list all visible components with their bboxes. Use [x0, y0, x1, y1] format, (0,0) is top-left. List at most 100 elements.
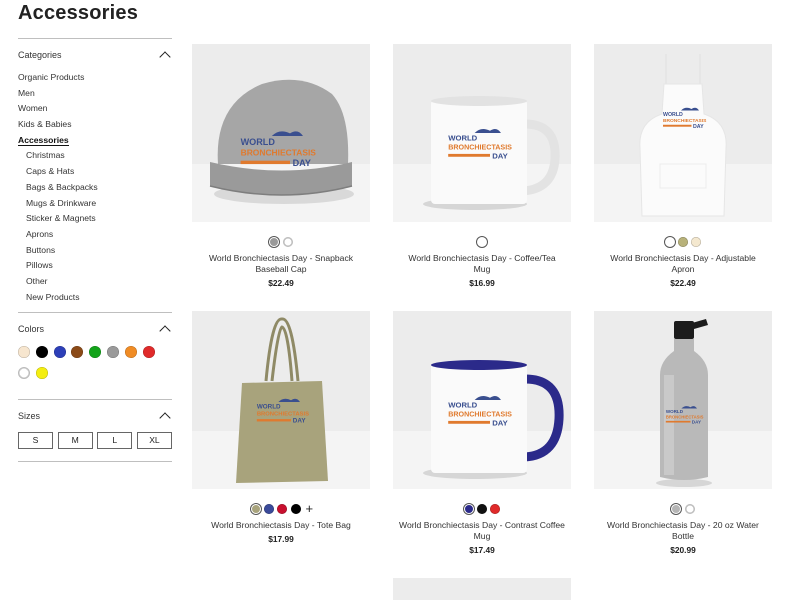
color-swatch[interactable]: [18, 346, 30, 359]
svg-text:WORLD: WORLD: [257, 403, 281, 410]
size-button[interactable]: XL: [136, 432, 172, 450]
category-item[interactable]: Christmas: [18, 148, 172, 164]
product-name[interactable]: World Bronchiectasis Day - Contrast Coff…: [393, 520, 571, 542]
color-swatch[interactable]: [53, 346, 66, 359]
category-item[interactable]: Organic Products: [18, 70, 172, 86]
size-button[interactable]: S: [18, 432, 53, 450]
chevron-up-icon[interactable]: [159, 51, 171, 63]
product-price: $20.99: [670, 545, 696, 555]
product-color-swatch[interactable]: [269, 236, 280, 247]
svg-text:DAY: DAY: [293, 418, 307, 425]
apron-product-image[interactable]: WORLD BRONCHIECTASIS DAY: [594, 44, 772, 222]
category-label: Sticker & Magnets: [26, 213, 96, 224]
svg-text:WORLD: WORLD: [663, 112, 683, 118]
product-color-swatches: [393, 503, 571, 514]
chevron-up-icon[interactable]: [159, 412, 171, 424]
filter-sidebar: Categories Organic Products Men Women Kids …: [18, 38, 172, 463]
color-swatch[interactable]: [18, 367, 30, 380]
svg-text:DAY: DAY: [492, 418, 508, 427]
category-item[interactable]: New Products: [18, 290, 172, 306]
product-name[interactable]: World Bronchiectasis Day - Snapback Base…: [192, 253, 370, 275]
category-item[interactable]: Bags & Backpacks: [18, 180, 172, 196]
product-card[interactable]: WORLD BRONCHIECTASIS DAY World Bronchiec…: [192, 44, 370, 288]
color-swatch[interactable]: [35, 367, 48, 380]
size-button[interactable]: M: [57, 432, 93, 450]
colors-header[interactable]: Colors: [18, 312, 172, 344]
product-name[interactable]: World Bronchiectasis Day - 20 oz Water B…: [594, 520, 772, 542]
color-filter-swatches: [18, 344, 172, 399]
bottle-product-image[interactable]: WORLD BRONCHIECTASIS DAY: [594, 311, 772, 489]
product-image[interactable]: [393, 578, 571, 600]
product-color-swatch[interactable]: [691, 236, 702, 247]
tote-product-image[interactable]: WORLD BRONCHIECTASIS DAY: [192, 311, 370, 489]
color-swatch[interactable]: [106, 346, 119, 359]
category-label: Accessories: [18, 134, 69, 146]
sizes-header[interactable]: Sizes: [18, 399, 172, 431]
svg-text:WORLD: WORLD: [241, 137, 276, 147]
more-colors-icon[interactable]: +: [305, 502, 313, 515]
chevron-up-icon[interactable]: [159, 325, 171, 337]
product-color-swatches: [393, 236, 571, 247]
product-card[interactable]: [393, 578, 571, 600]
product-color-swatch[interactable]: [250, 503, 261, 514]
product-card[interactable]: WORLD BRONCHIECTASIS DAY World Bronchiec…: [393, 44, 571, 288]
categories-header[interactable]: Categories: [18, 38, 172, 70]
category-item[interactable]: Caps & Hats: [18, 164, 172, 180]
category-label: Pillows: [26, 260, 53, 271]
cap-product-image[interactable]: WORLD BRONCHIECTASIS DAY: [192, 44, 370, 222]
color-swatch[interactable]: [71, 346, 84, 359]
product-color-swatch[interactable]: [277, 503, 288, 514]
product-color-swatch[interactable]: [477, 503, 487, 514]
product-color-swatch[interactable]: [490, 503, 501, 514]
category-item[interactable]: Aprons: [18, 227, 172, 243]
categories-label: Categories: [18, 49, 62, 60]
svg-text:WORLD: WORLD: [448, 134, 477, 143]
product-name[interactable]: World Bronchiectasis Day - Tote Bag: [192, 520, 370, 531]
product-color-swatch[interactable]: [264, 503, 275, 514]
svg-text:WORLD: WORLD: [448, 401, 477, 410]
svg-text:BRONCHIECTASIS: BRONCHIECTASIS: [666, 414, 704, 419]
svg-text:DAY: DAY: [492, 151, 508, 160]
color-swatch[interactable]: [124, 346, 137, 359]
category-item[interactable]: Sticker & Magnets: [18, 211, 172, 227]
product-color-swatch[interactable]: [477, 236, 487, 247]
color-swatch[interactable]: [35, 346, 48, 359]
svg-text:BRONCHIECTASIS: BRONCHIECTASIS: [257, 412, 309, 418]
size-button[interactable]: L: [97, 432, 133, 450]
category-item[interactable]: Buttons: [18, 243, 172, 259]
product-color-swatch[interactable]: [678, 236, 688, 247]
category-item[interactable]: Kids & Babies: [18, 117, 172, 133]
color-swatch[interactable]: [142, 346, 155, 359]
product-card[interactable]: WORLD BRONCHIECTASIS DAY World Bronchiec…: [594, 311, 772, 555]
category-label: Men: [18, 87, 35, 98]
svg-text:DAY: DAY: [693, 124, 704, 130]
product-card[interactable]: WORLD BRONCHIECTASIS DAY World Bronchiec…: [594, 44, 772, 288]
svg-text:WORLD: WORLD: [666, 409, 684, 414]
category-item[interactable]: Mugs & Drinkware: [18, 196, 172, 212]
category-item[interactable]: Accessories: [18, 133, 172, 149]
color-swatch[interactable]: [89, 346, 102, 359]
contrast-mug-product-image[interactable]: WORLD BRONCHIECTASIS DAY: [393, 311, 571, 489]
category-item[interactable]: Men: [18, 86, 172, 102]
product-color-swatch[interactable]: [671, 503, 682, 514]
category-item[interactable]: Women: [18, 101, 172, 117]
colors-label: Colors: [18, 323, 45, 334]
product-color-swatch[interactable]: [684, 503, 695, 514]
product-color-swatch[interactable]: [463, 503, 474, 514]
product-name[interactable]: World Bronchiectasis Day - Coffee/Tea Mu…: [393, 253, 571, 275]
product-card[interactable]: WORLD BRONCHIECTASIS DAY World Bronchiec…: [393, 311, 571, 555]
product-color-swatch[interactable]: [664, 236, 675, 247]
svg-text:DAY: DAY: [692, 419, 701, 424]
category-item[interactable]: Other: [18, 274, 172, 290]
product-name[interactable]: World Bronchiectasis Day - Adjustable Ap…: [594, 253, 772, 275]
mug-product-image[interactable]: WORLD BRONCHIECTASIS DAY: [393, 44, 571, 222]
product-price: $17.99: [268, 534, 294, 544]
category-label: Kids & Babies: [18, 119, 72, 130]
product-card[interactable]: WORLD BRONCHIECTASIS DAY + World Bronchie…: [192, 311, 370, 544]
product-color-swatch[interactable]: [282, 236, 293, 247]
product-price: $22.49: [670, 278, 696, 288]
svg-text:BRONCHIECTASIS: BRONCHIECTASIS: [663, 118, 707, 124]
product-color-swatch[interactable]: [290, 503, 301, 514]
category-label: Organic Products: [18, 72, 85, 82]
category-item[interactable]: Pillows: [18, 258, 172, 274]
